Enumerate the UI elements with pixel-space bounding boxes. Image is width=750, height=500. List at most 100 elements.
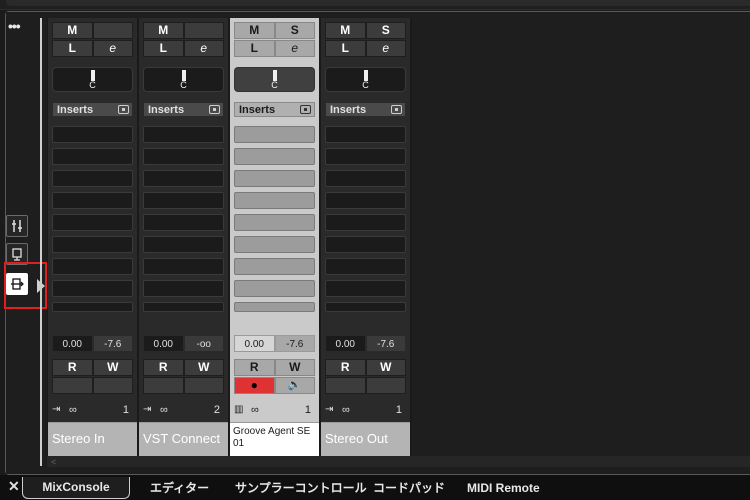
insert-slot-1[interactable] bbox=[234, 126, 315, 143]
channel-name[interactable]: Stereo In bbox=[48, 422, 137, 456]
more-options-icon[interactable]: ••• bbox=[8, 18, 21, 34]
edit-button[interactable]: e bbox=[274, 40, 315, 57]
peak-value[interactable]: -oo bbox=[183, 335, 224, 352]
inserts-header[interactable]: Inserts bbox=[52, 102, 133, 117]
insert-slot-8[interactable] bbox=[234, 280, 315, 297]
channel-name[interactable]: Groove Agent SE 01 bbox=[230, 422, 319, 456]
solo-button[interactable] bbox=[183, 22, 224, 39]
insert-slot-1[interactable] bbox=[52, 126, 133, 143]
insert-slot-2[interactable] bbox=[143, 148, 224, 165]
insert-slot-3[interactable] bbox=[143, 170, 224, 187]
close-icon[interactable]: ✕ bbox=[8, 478, 20, 495]
read-automation-button[interactable]: R bbox=[234, 359, 275, 376]
listen-button[interactable]: L bbox=[325, 40, 366, 57]
link-icon[interactable]: ∞ bbox=[69, 404, 77, 416]
edit-button[interactable]: e bbox=[183, 40, 224, 57]
read-automation-button[interactable]: R bbox=[325, 359, 366, 376]
pan-control[interactable]: C bbox=[234, 67, 315, 92]
inserts-header[interactable]: Inserts bbox=[143, 102, 224, 117]
insert-slot-4[interactable] bbox=[234, 192, 315, 209]
listen-button[interactable]: L bbox=[234, 40, 275, 57]
write-automation-button[interactable]: W bbox=[92, 359, 133, 376]
scroll-left-icon[interactable]: < bbox=[51, 457, 56, 467]
insert-slot-8[interactable] bbox=[325, 280, 406, 297]
insert-slot-2[interactable] bbox=[325, 148, 406, 165]
pan-control[interactable]: C bbox=[143, 67, 224, 92]
channel-name[interactable]: VST Connect bbox=[139, 422, 228, 456]
input-routing-icon[interactable]: ⇥ bbox=[143, 404, 155, 416]
solo-button[interactable] bbox=[92, 22, 133, 39]
insert-slot-6[interactable] bbox=[52, 236, 133, 253]
link-icon[interactable]: ∞ bbox=[160, 404, 168, 416]
inserts-bypass-icon[interactable] bbox=[118, 105, 129, 114]
volume-value[interactable]: 0.00 bbox=[234, 335, 275, 352]
volume-value[interactable]: 0.00 bbox=[52, 335, 93, 352]
inserts-bypass-icon[interactable] bbox=[300, 105, 311, 114]
mixer-faders-button[interactable] bbox=[6, 215, 28, 237]
pan-control[interactable]: C bbox=[52, 67, 133, 92]
read-automation-button[interactable]: R bbox=[143, 359, 184, 376]
mute-button[interactable]: M bbox=[325, 22, 366, 39]
pan-control[interactable]: C bbox=[325, 67, 406, 92]
insert-slot-2[interactable] bbox=[234, 148, 315, 165]
inserts-bypass-icon[interactable] bbox=[391, 105, 402, 114]
record-enable-button[interactable]: ● bbox=[234, 377, 275, 394]
insert-slot-9[interactable] bbox=[234, 302, 315, 312]
input-routing-icon[interactable]: ⇥ bbox=[325, 404, 337, 416]
insert-slot-3[interactable] bbox=[234, 170, 315, 187]
mute-button[interactable]: M bbox=[234, 22, 275, 39]
mute-button[interactable]: M bbox=[143, 22, 184, 39]
midi-keyboard-icon[interactable]: ▥ bbox=[234, 404, 246, 416]
peak-value[interactable]: -7.6 bbox=[365, 335, 406, 352]
write-automation-button[interactable]: W bbox=[183, 359, 224, 376]
volume-value[interactable]: 0.00 bbox=[325, 335, 366, 352]
listen-button[interactable]: L bbox=[143, 40, 184, 57]
insert-slot-9[interactable] bbox=[143, 302, 224, 312]
insert-slot-8[interactable] bbox=[52, 280, 133, 297]
channel-name[interactable]: Stereo Out bbox=[321, 422, 410, 456]
volume-value[interactable]: 0.00 bbox=[143, 335, 184, 352]
tab-sampler-control[interactable]: サンプラーコントロール bbox=[235, 478, 367, 498]
insert-slot-8[interactable] bbox=[143, 280, 224, 297]
insert-slot-7[interactable] bbox=[143, 258, 224, 275]
insert-slot-2[interactable] bbox=[52, 148, 133, 165]
insert-slot-6[interactable] bbox=[143, 236, 224, 253]
insert-slot-1[interactable] bbox=[143, 126, 224, 143]
edit-button[interactable]: e bbox=[365, 40, 406, 57]
link-icon[interactable]: ∞ bbox=[342, 404, 350, 416]
insert-slot-7[interactable] bbox=[234, 258, 315, 275]
listen-button[interactable]: L bbox=[52, 40, 93, 57]
tab-editor[interactable]: エディター bbox=[150, 478, 209, 498]
insert-slot-3[interactable] bbox=[325, 170, 406, 187]
insert-slot-9[interactable] bbox=[52, 302, 133, 312]
inserts-header[interactable]: Inserts bbox=[234, 102, 315, 117]
solo-button[interactable]: S bbox=[365, 22, 406, 39]
insert-slot-7[interactable] bbox=[325, 258, 406, 275]
solo-button[interactable]: S bbox=[274, 22, 315, 39]
peak-value[interactable]: -7.6 bbox=[274, 335, 315, 352]
insert-slot-4[interactable] bbox=[325, 192, 406, 209]
insert-slot-6[interactable] bbox=[325, 236, 406, 253]
insert-slot-4[interactable] bbox=[143, 192, 224, 209]
write-automation-button[interactable]: W bbox=[365, 359, 406, 376]
mute-button[interactable]: M bbox=[52, 22, 93, 39]
insert-slot-1[interactable] bbox=[325, 126, 406, 143]
read-automation-button[interactable]: R bbox=[52, 359, 93, 376]
link-icon[interactable]: ∞ bbox=[251, 404, 259, 416]
tab-midi-remote[interactable]: MIDI Remote bbox=[467, 478, 540, 498]
insert-slot-5[interactable] bbox=[52, 214, 133, 231]
monitor-button[interactable]: 🔈 bbox=[274, 377, 315, 394]
insert-slot-5[interactable] bbox=[143, 214, 224, 231]
write-automation-button[interactable]: W bbox=[274, 359, 315, 376]
insert-slot-7[interactable] bbox=[52, 258, 133, 275]
inserts-bypass-icon[interactable] bbox=[209, 105, 220, 114]
insert-slot-6[interactable] bbox=[234, 236, 315, 253]
horizontal-scrollbar[interactable]: < bbox=[47, 456, 750, 467]
inserts-header[interactable]: Inserts bbox=[325, 102, 406, 117]
peak-value[interactable]: -7.6 bbox=[92, 335, 133, 352]
insert-slot-3[interactable] bbox=[52, 170, 133, 187]
edit-button[interactable]: e bbox=[92, 40, 133, 57]
tab-chord-pads[interactable]: コードパッド bbox=[373, 478, 445, 498]
insert-slot-5[interactable] bbox=[234, 214, 315, 231]
insert-slot-5[interactable] bbox=[325, 214, 406, 231]
